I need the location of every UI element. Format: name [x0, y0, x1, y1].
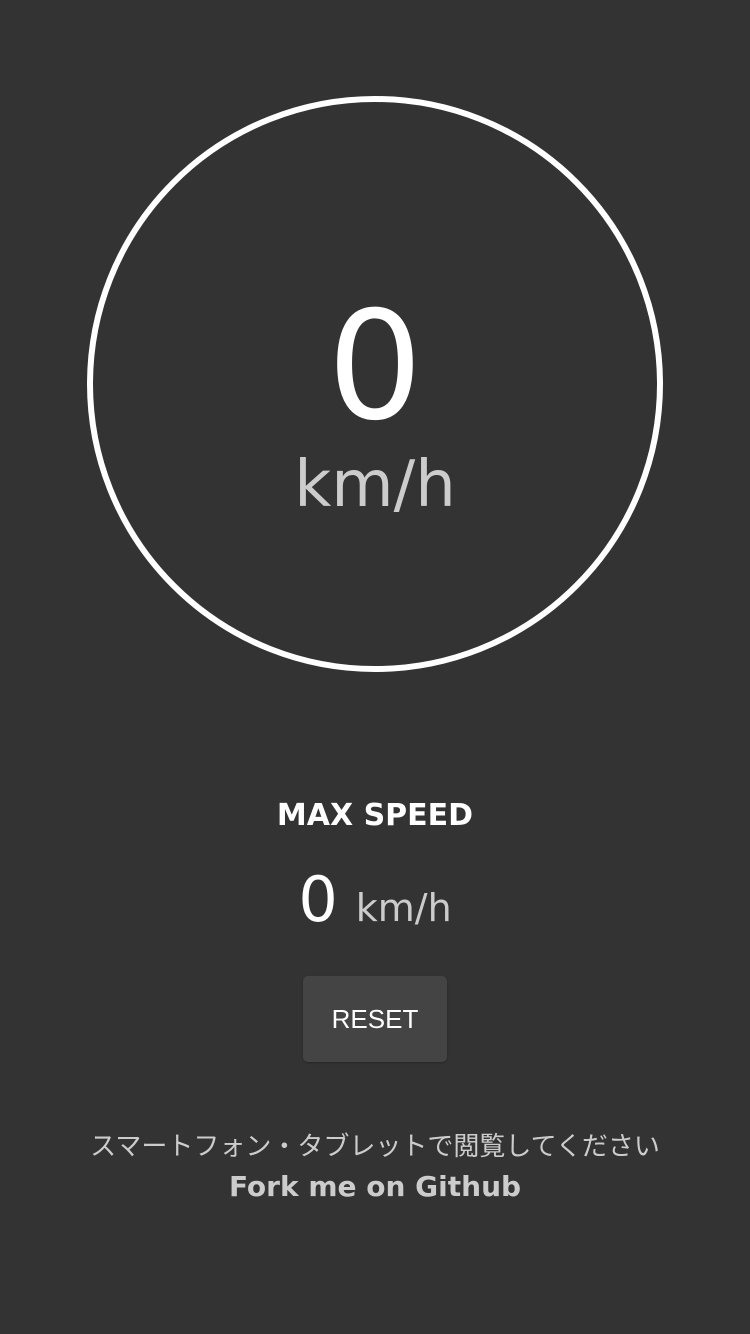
max-speed-value: 0 — [298, 863, 338, 936]
device-note: スマートフォン・タブレットで閲覧してください — [90, 1132, 660, 1162]
max-speed-unit: km/h — [355, 886, 452, 930]
github-link[interactable]: Fork me on Github — [0, 1168, 750, 1206]
speedometer-page: 0 km/h MAX SPEED 0 km/h RESET スマートフォン・タブレ… — [0, 0, 750, 1334]
max-speed-title: MAX SPEED — [276, 798, 474, 833]
reset-button[interactable]: RESET — [303, 976, 447, 1062]
current-speed-unit: km/h — [294, 448, 456, 522]
max-speed-readout: 0 km/h — [0, 862, 750, 946]
current-speed-value: 0 — [327, 280, 423, 454]
